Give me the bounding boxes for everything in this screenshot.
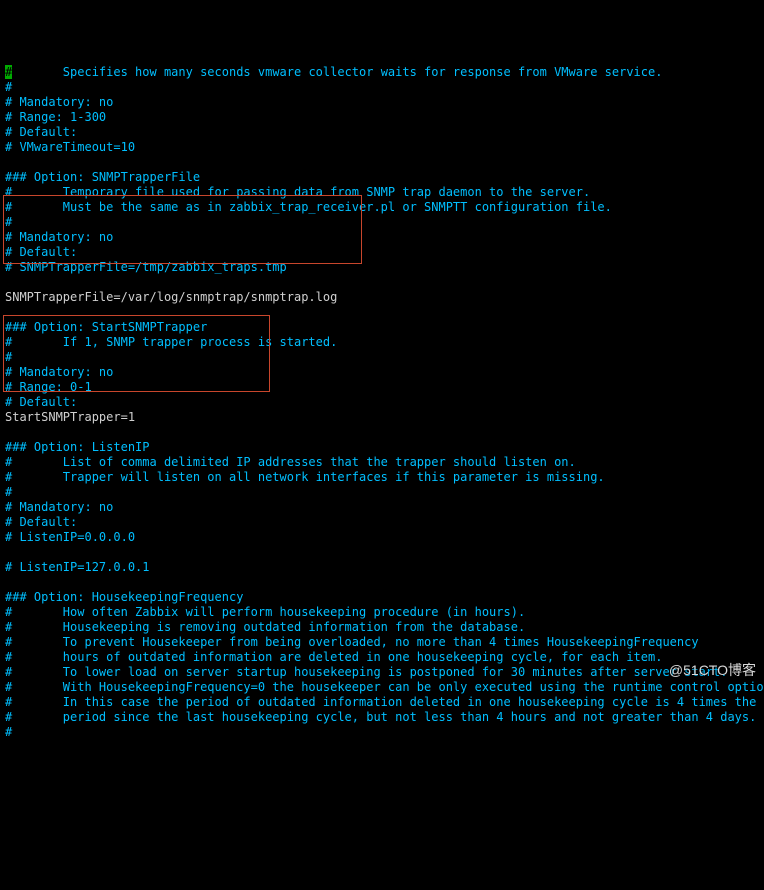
config-line: ### Option: SNMPTrapperFile xyxy=(5,170,200,184)
config-line: # With HousekeepingFrequency=0 the house… xyxy=(5,680,764,694)
config-line: # Trapper will listen on all network int… xyxy=(5,470,605,484)
config-line: # To lower load on server startup housek… xyxy=(5,665,727,679)
config-lines: # # Mandatory: no # Range: 1-300 # Defau… xyxy=(5,80,759,740)
terminal-viewport[interactable]: # Specifies how many seconds vmware coll… xyxy=(0,60,764,740)
config-line: # xyxy=(5,725,12,739)
config-line: # List of comma delimited IP addresses t… xyxy=(5,455,576,469)
config-line: # Default: xyxy=(5,395,77,409)
config-line: # Default: xyxy=(5,125,77,139)
config-line: ### Option: ListenIP xyxy=(5,440,150,454)
config-line: # Temporary file used for passing data f… xyxy=(5,185,590,199)
config-line: # Must be the same as in zabbix_trap_rec… xyxy=(5,200,612,214)
config-line: # Range: 1-300 xyxy=(5,110,106,124)
config-line: # To prevent Housekeeper from being over… xyxy=(5,635,699,649)
config-line: SNMPTrapperFile=/var/log/snmptrap/snmptr… xyxy=(5,290,337,304)
config-line: # Mandatory: no xyxy=(5,365,113,379)
config-line: # Default: xyxy=(5,245,77,259)
config-line: ### Option: StartSNMPTrapper xyxy=(5,320,207,334)
config-line: StartSNMPTrapper=1 xyxy=(5,410,135,424)
config-line: ### Option: HousekeepingFrequency xyxy=(5,590,243,604)
config-line: # xyxy=(5,80,12,94)
config-line: # xyxy=(5,485,12,499)
config-line: # If 1, SNMP trapper process is started. xyxy=(5,335,337,349)
config-line: # Housekeeping is removing outdated info… xyxy=(5,620,525,634)
config-line: # Mandatory: no xyxy=(5,230,113,244)
config-line: # period since the last housekeeping cyc… xyxy=(5,710,756,724)
config-line: # How often Zabbix will perform housekee… xyxy=(5,605,525,619)
config-line: # VMwareTimeout=10 xyxy=(5,140,135,154)
config-line: # ListenIP=0.0.0.0 xyxy=(5,530,135,544)
config-line: # xyxy=(5,215,12,229)
config-line: # hours of outdated information are dele… xyxy=(5,650,662,664)
config-line: # In this case the period of outdated in… xyxy=(5,695,756,709)
config-line: # Default: xyxy=(5,515,77,529)
config-line: # Mandatory: no xyxy=(5,95,113,109)
config-line: # xyxy=(5,350,12,364)
config-line: # Mandatory: no xyxy=(5,500,113,514)
config-line: # Range: 0-1 xyxy=(5,380,92,394)
config-line: Specifies how many seconds vmware collec… xyxy=(12,65,662,79)
config-line: # ListenIP=127.0.0.1 xyxy=(5,560,150,574)
config-line: # SNMPTrapperFile=/tmp/zabbix_traps.tmp xyxy=(5,260,287,274)
